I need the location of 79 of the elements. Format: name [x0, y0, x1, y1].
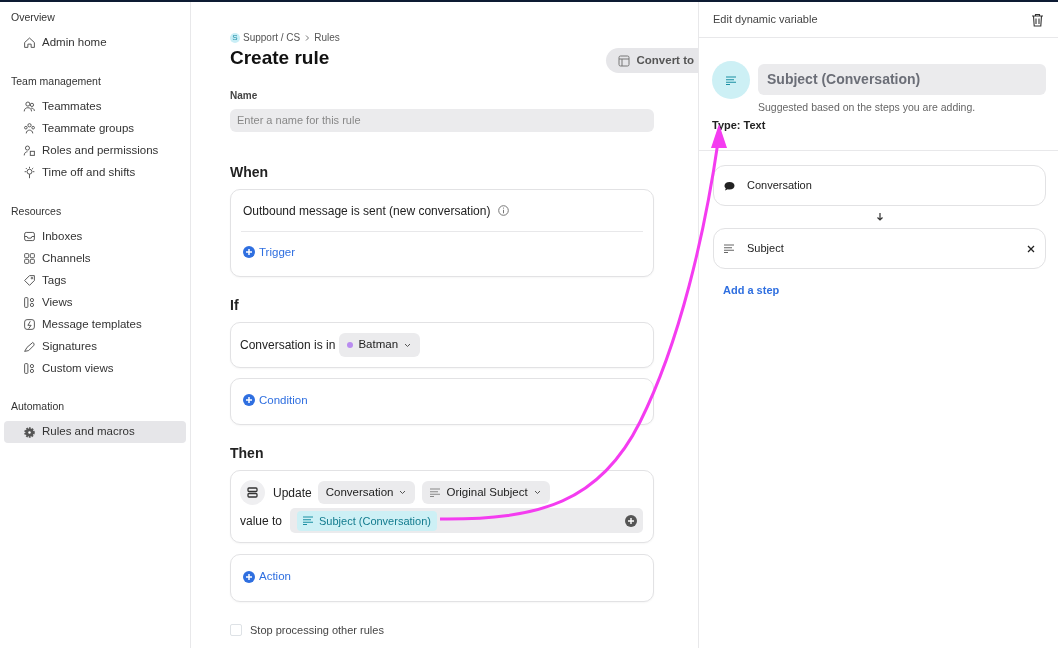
section-heading: If: [230, 297, 240, 315]
group-icon: [23, 122, 36, 135]
views-icon: [23, 295, 36, 309]
section-heading: Overview: [10, 10, 56, 25]
breadcrumb-current: Rules: [314, 31, 340, 45]
text-lines-icon: [430, 488, 442, 498]
step-card[interactable]: Subject: [713, 228, 1046, 269]
close-icon[interactable]: [1027, 244, 1035, 253]
add-variable-icon[interactable]: [625, 514, 637, 527]
arrow-down-icon: [875, 212, 884, 222]
gear-icon: [23, 425, 36, 439]
sidebar-item[interactable]: Admin home: [4, 31, 186, 54]
variable-chip[interactable]: Subject (Conversation): [297, 510, 437, 532]
sidebar-item[interactable]: Roles and permissions: [4, 139, 186, 162]
object-dropdown[interactable]: Conversation: [317, 481, 416, 505]
step-label: Conversation: [747, 178, 813, 194]
field-label: Name: [230, 88, 259, 103]
sidebar-item[interactable]: Custom views: [4, 357, 186, 380]
panel-title: Edit dynamic variable: [713, 12, 818, 28]
grid-icon: [23, 251, 36, 265]
variable-name-field[interactable]: Subject (Conversation): [758, 64, 1046, 95]
sidebar-item[interactable]: Rules and macros: [4, 421, 186, 443]
workspace-avatar: S: [230, 32, 240, 43]
section-heading: Automation: [10, 399, 66, 415]
text-lines-icon: [303, 516, 315, 526]
inbox-dropdown[interactable]: Batman: [339, 333, 421, 357]
home-icon: [23, 36, 36, 50]
sidebar-item[interactable]: Message templates: [4, 313, 186, 336]
page-title: Create rule: [230, 47, 330, 70]
sidebar-item[interactable]: Inboxes: [4, 225, 186, 248]
text-lines-icon: [725, 75, 737, 85]
layout-icon: [617, 54, 630, 67]
value-field[interactable]: Subject (Conversation): [290, 508, 643, 534]
chevron-right-icon: [303, 33, 312, 42]
section-heading: Resources: [10, 203, 63, 219]
plus-icon: [243, 246, 255, 259]
add-button[interactable]: Condition: [243, 391, 308, 409]
name-input[interactable]: Enter a name for this rule: [230, 108, 654, 132]
plus-icon: [243, 394, 255, 407]
sidebar-item[interactable]: Views: [4, 291, 186, 314]
section-heading: When: [230, 163, 270, 181]
sidebar-item[interactable]: Signatures: [4, 335, 186, 358]
speech-bubble-icon: [724, 180, 735, 191]
plus-icon: [243, 570, 255, 583]
pen-icon: [23, 339, 36, 353]
sidebar-item[interactable]: Time off and shifts: [4, 161, 186, 184]
add-step-link[interactable]: Add a step: [723, 282, 780, 299]
people-icon: [23, 100, 36, 113]
tag-icon: [23, 273, 36, 287]
action-verb: Update: [273, 484, 312, 502]
trash-icon[interactable]: [1031, 12, 1044, 27]
inbox-icon: [23, 229, 36, 243]
hint-text: Suggested based on the steps you are adding.: [758, 100, 977, 115]
value-label: value to: [240, 512, 283, 530]
sidebar-item[interactable]: Teammates: [4, 95, 186, 118]
template-icon: [23, 317, 36, 331]
condition-text: Conversation is in: [240, 337, 336, 355]
stop-checkbox[interactable]: [230, 624, 242, 637]
field-dropdown[interactable]: Original Subject: [422, 481, 550, 505]
sidebar-item[interactable]: Teammate groups: [4, 117, 186, 140]
add-button[interactable]: Trigger: [243, 243, 295, 262]
views-icon: [23, 361, 36, 375]
step-card[interactable]: Conversation: [713, 165, 1046, 206]
sidebar-item[interactable]: Channels: [4, 247, 186, 270]
convert-button[interactable]: Convert to: [605, 48, 698, 74]
sidebar-item[interactable]: Tags: [4, 269, 186, 292]
trigger-text: Outbound message is sent (new conversation): [243, 202, 491, 220]
section-heading: Team management: [10, 73, 102, 89]
checkbox-label: Stop processing other rules: [250, 622, 384, 638]
sun-icon: [23, 166, 36, 179]
type-text: Type: Text: [712, 117, 767, 133]
step-label: Subject: [747, 241, 785, 257]
section-heading: Then: [230, 445, 265, 463]
roles-icon: [23, 144, 36, 157]
add-button[interactable]: Action: [243, 568, 291, 586]
database-icon: [240, 480, 265, 506]
info-icon: [498, 205, 510, 217]
text-lines-icon: [724, 244, 735, 253]
breadcrumb-link[interactable]: Support / CS: [243, 30, 301, 45]
